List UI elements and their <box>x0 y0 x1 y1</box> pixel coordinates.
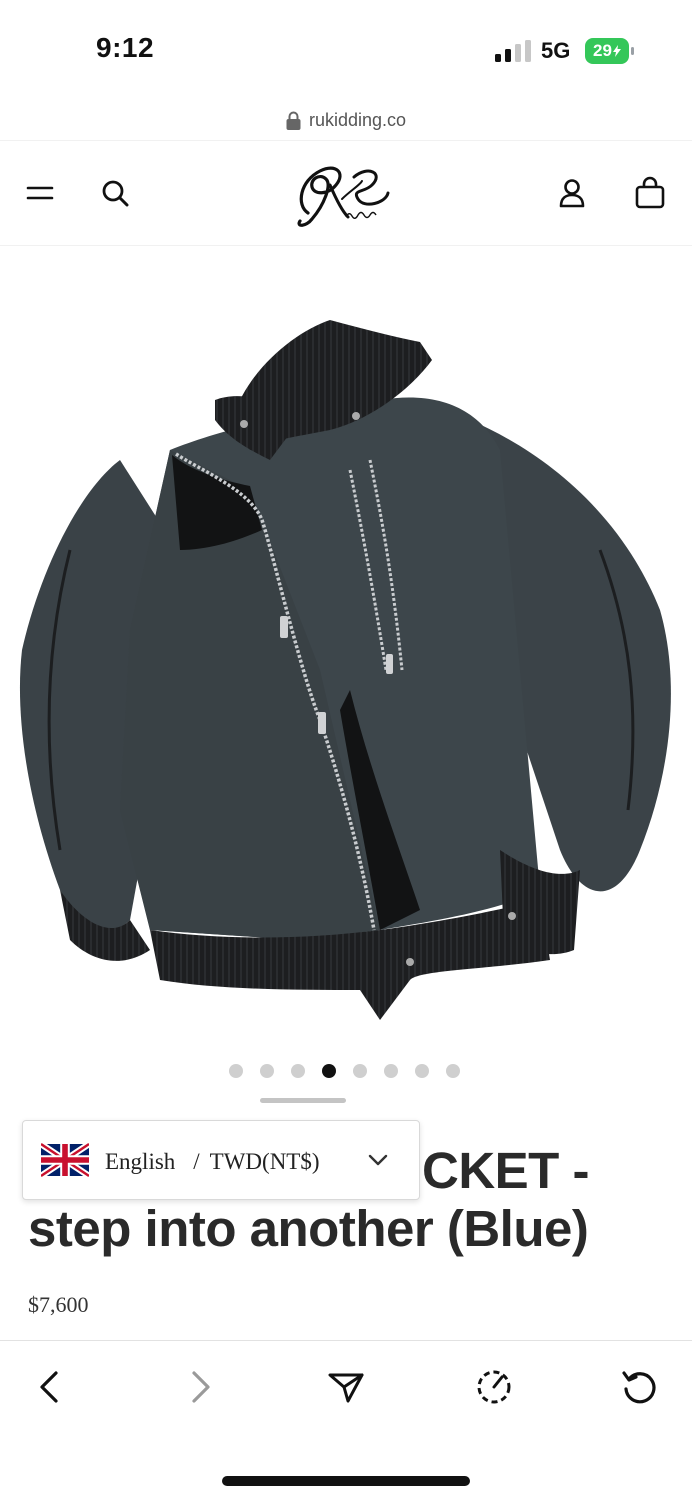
product-price: $7,600 <box>28 1292 89 1317</box>
home-indicator[interactable] <box>222 1476 470 1486</box>
speed-dial-icon[interactable] <box>474 1367 514 1407</box>
status-time: 9:12 <box>96 32 155 63</box>
url-domain: rukidding.co <box>308 110 407 130</box>
status-bar: 9:12 5G 29 <box>0 0 692 100</box>
browser-toolbar <box>0 1340 692 1432</box>
language-currency-selector[interactable]: English / TWD(NT$) <box>22 1120 420 1200</box>
carousel-dot-active[interactable] <box>322 1064 336 1078</box>
network-label: 5G <box>541 38 571 63</box>
carousel-dot[interactable] <box>291 1064 305 1078</box>
cart-icon[interactable] <box>632 175 668 211</box>
product-image[interactable] <box>0 250 692 1050</box>
uk-flag-icon <box>41 1143 89 1177</box>
account-icon[interactable] <box>554 175 590 211</box>
share-icon[interactable] <box>326 1367 366 1407</box>
signal-icon <box>495 40 531 62</box>
currency-label: TWD(NT$) <box>209 1149 320 1174</box>
language-currency-label: English / TWD(NT$) <box>105 1149 320 1175</box>
menu-icon[interactable] <box>22 175 58 211</box>
carousel-dots <box>229 1064 460 1078</box>
reload-icon[interactable] <box>620 1367 660 1407</box>
product-title-line-2: step into another (Blue) <box>28 1200 589 1257</box>
carousel-dot[interactable] <box>446 1064 460 1078</box>
separator: / <box>193 1149 200 1174</box>
carousel-dot[interactable] <box>353 1064 367 1078</box>
carousel-dot[interactable] <box>415 1064 429 1078</box>
back-icon[interactable] <box>30 1367 70 1407</box>
carousel-dot[interactable] <box>229 1064 243 1078</box>
language-label: English <box>105 1149 176 1174</box>
forward-icon[interactable] <box>180 1367 220 1407</box>
carousel-dot[interactable] <box>260 1064 274 1078</box>
chevron-down-icon <box>368 1154 388 1166</box>
lock-icon <box>286 111 301 130</box>
carousel-dot[interactable] <box>384 1064 398 1078</box>
site-header <box>0 140 692 246</box>
battery-level: 29 <box>585 41 629 61</box>
search-icon[interactable] <box>98 175 134 211</box>
battery-icon: 29 <box>585 38 634 64</box>
brand-logo[interactable] <box>290 155 398 235</box>
url-bar[interactable]: rukidding.co <box>0 100 692 140</box>
scroll-indicator <box>260 1098 346 1103</box>
